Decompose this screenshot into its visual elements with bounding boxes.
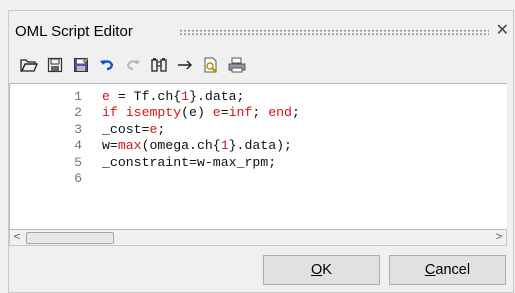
find-icon[interactable] [149,55,169,75]
code-line[interactable]: 3 _cost=e; [10,122,507,138]
code-token: _constraint=w-max_rpm; [102,154,277,170]
code-token: }.data; [189,89,245,104]
close-icon[interactable]: ✕ [496,22,509,40]
code-editor[interactable]: 1e = Tf.ch{1}.data; 2 if isempty(e) e=inf;… [9,83,507,230]
goto-arrow-icon[interactable] [175,55,195,75]
save-as-icon[interactable] [71,55,91,75]
code-line[interactable]: 2 if isempty(e) e=inf; end; [10,105,507,121]
redo-icon[interactable] [123,55,143,75]
cancel-label: ancel [435,262,471,278]
line-number: 2 [74,105,82,121]
line-text: w=max(omega.ch{1}.data); [102,138,292,154]
code-token: = [220,105,229,121]
save-icon[interactable] [45,55,65,75]
print-preview-icon[interactable] [201,55,221,75]
line-number: 5 [74,154,82,170]
keyword-token: end [268,105,292,121]
line-text: _constraint=w-max_rpm; [102,155,276,171]
line-text: if isempty(e) e=inf; end; [102,105,300,121]
code-token: _cost= [102,121,150,137]
line-number: 4 [74,138,82,154]
code-token: = Tf.ch{ [109,89,182,104]
line-number: 6 [74,170,82,186]
ok-button[interactable]: OK [263,255,380,285]
ok-label: K [322,262,332,278]
code-lines[interactable]: 1e = Tf.ch{1}.data; 2 if isempty(e) e=inf;… [10,89,507,187]
keyword-token: if isempty [102,105,182,121]
keyword-token: max [117,138,142,154]
code-token: w= [102,138,118,154]
line-text: _cost=e; [102,122,165,138]
horizontal-scrollbar[interactable]: < > [9,230,507,246]
code-token: (omega.ch{ [141,138,221,154]
script-editor-dialog: OML Script Editor ✕ 1 e = Tf.ch{1}.data;… [8,10,514,293]
keyword-token: e [212,105,221,121]
undo-icon[interactable] [97,55,117,75]
keyword-token: inf [228,105,253,121]
cancel-button[interactable]: Cancel [389,255,506,285]
print-icon[interactable] [227,55,247,75]
scroll-thumb[interactable] [26,232,114,244]
code-token: ; [252,105,269,121]
ok-mnemonic: O [311,262,323,278]
code-token: ; [157,121,166,137]
open-folder-icon[interactable] [19,55,39,75]
scroll-right-arrow[interactable]: > [492,230,506,245]
code-token: (e) [181,105,213,121]
dialog-title: OML Script Editor [15,23,133,40]
cancel-mnemonic: C [424,262,436,278]
line-text: e = Tf.ch{1}.data; [102,89,244,105]
code-line[interactable]: 1e = Tf.ch{1}.data; [10,89,507,105]
keyword-token: 1 [181,89,190,104]
keyword-token: 1 [220,138,229,154]
code-token: ; [291,105,300,121]
title-bar[interactable]: OML Script Editor ✕ [9,20,513,46]
drag-grip[interactable] [179,29,489,36]
line-number: 3 [74,121,82,137]
code-line[interactable]: 5 _constraint=w-max_rpm; [10,155,507,171]
scroll-left-arrow[interactable]: < [10,230,24,245]
toolbar [19,54,253,76]
code-token: }.data); [228,138,292,154]
keyword-token: e [102,89,110,104]
line-number: 1 [74,89,82,104]
code-line[interactable]: 6 [10,171,507,187]
code-line[interactable]: 4 w=max(omega.ch{1}.data); [10,138,507,154]
